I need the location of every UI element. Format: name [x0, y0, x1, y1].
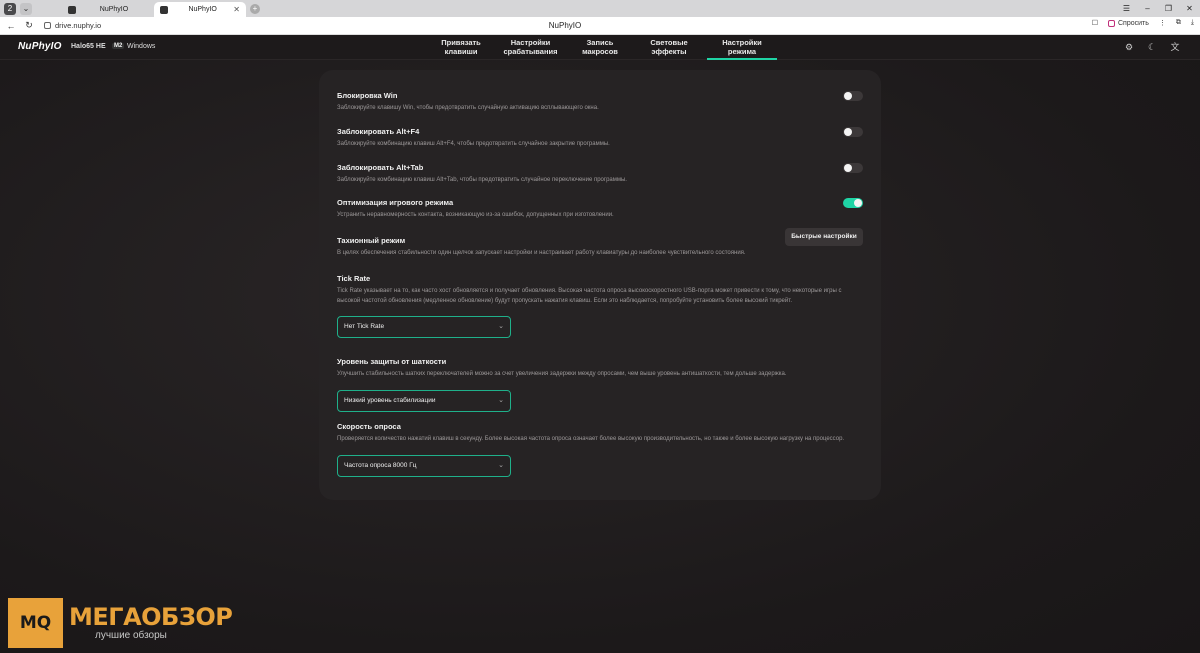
browser-tab-2-active[interactable]: NuPhyIO ✕ — [154, 2, 246, 17]
polling-rate-select[interactable]: Частота опроса 8000 Гц ⌄ — [337, 454, 511, 477]
address-bar: ← ↻ drive.nuphy.io NuPhyIO ☐ Спросить ⋮ … — [0, 17, 1200, 35]
setting-title: Заблокировать Alt+Tab — [337, 163, 424, 172]
setting-description: Заблокируйте комбинацию клавиш Alt+F4, ч… — [337, 141, 610, 147]
address-bar-actions: ☐ Спросить ⋮ ⧉ ⤓ — [1092, 19, 1194, 27]
setting-alt-f4: Заблокировать Alt+F4 Заблокируйте комбин… — [337, 127, 863, 150]
setting-polling: Скорость опроса Проверяется количество н… — [337, 422, 863, 477]
select-value: Низкий уровень стабилизации — [344, 396, 436, 404]
tab-switcher-button[interactable]: 2 — [4, 2, 16, 15]
watermark-logo: MQ — [8, 598, 63, 648]
nuphy-favicon-icon — [160, 5, 168, 14]
watermark-text: МЕГАОБЗОР лучшие обзоры — [69, 603, 233, 642]
menu-icon[interactable]: ☰ — [1116, 4, 1137, 13]
main-nav-tabs: Привязать клавиши Настройки срабатывания… — [430, 35, 777, 60]
setting-debounce: Уровень защиты от шаткости Улучшить стаб… — [337, 357, 863, 412]
toggle-knob — [854, 199, 862, 207]
setting-title: Скорость опроса — [337, 422, 401, 431]
toggle-knob — [844, 92, 852, 100]
setting-tick-rate: Tick Rate Tick Rate указывает на то, как… — [337, 274, 863, 338]
site-info-icon[interactable] — [44, 22, 51, 29]
app-header: NuPhyIO Halo65 HE M2 Windows Привязать к… — [0, 35, 1200, 60]
setting-title: Блокировка Win — [337, 91, 398, 100]
setting-game-mode: Оптимизация игрового режима Устранить не… — [337, 198, 863, 221]
tab-actuation[interactable]: Настройки срабатывания — [492, 35, 569, 60]
setting-title: Заблокировать Alt+F4 — [337, 127, 420, 136]
settings-icon[interactable]: ⚙ — [1124, 42, 1134, 52]
alt-f4-toggle[interactable] — [843, 127, 863, 137]
minimize-icon[interactable]: – — [1137, 4, 1158, 13]
setting-tachyon: Тахионный режим В целях обеспечения стаб… — [337, 228, 863, 259]
chevron-down-icon[interactable]: ⌄ — [20, 2, 32, 15]
new-tab-button[interactable]: + — [250, 3, 260, 14]
bookmark-icon[interactable]: ☐ — [1092, 19, 1098, 27]
main-content: Блокировка Win Заблокируйте клавишу Win,… — [0, 60, 1200, 653]
download-icon[interactable]: ⤓ — [1191, 19, 1194, 27]
extensions-icon[interactable]: ⧉ — [1176, 19, 1181, 27]
browser-tab-1[interactable]: NuPhyIO — [62, 2, 154, 17]
debounce-select[interactable]: Низкий уровень стабилизации ⌄ — [337, 389, 511, 412]
megaobzor-watermark: MQ МЕГАОБЗОР лучшие обзоры — [8, 598, 233, 648]
alt-tab-toggle[interactable] — [843, 163, 863, 173]
tab-mode-settings[interactable]: Настройки режима — [707, 35, 777, 60]
setting-description: В целях обеспечения стабильности один ще… — [337, 250, 746, 256]
url-text: drive.nuphy.io — [55, 21, 102, 30]
tick-rate-select[interactable]: Нет Tick Rate ⌄ — [337, 316, 511, 338]
setting-description: Заблокируйте комбинацию клавиш Alt+Tab, … — [337, 177, 627, 183]
window-controls: ☰ – ❐ ✕ — [1116, 0, 1200, 17]
browser-tab-strip: 2 ⌄ NuPhyIO NuPhyIO ✕ + ☰ – ❐ ✕ — [0, 0, 1200, 17]
select-value: Частота опроса 8000 Гц — [344, 461, 417, 469]
url-field[interactable]: drive.nuphy.io — [44, 21, 101, 30]
nuphy-favicon-icon — [68, 5, 76, 14]
close-window-icon[interactable]: ✕ — [1179, 4, 1200, 13]
toggle-knob — [844, 128, 852, 136]
win-lock-toggle[interactable] — [843, 91, 863, 101]
setting-description: Tick Rate указывает на то, как часто хос… — [337, 288, 842, 304]
connection-badge: M2 — [112, 43, 125, 49]
watermark-subtitle: лучшие обзоры — [95, 630, 167, 641]
setting-title: Оптимизация игрового режима — [337, 198, 454, 207]
reload-icon[interactable]: ↻ — [22, 20, 36, 31]
header-icons: ⚙ ☾ 文 — [1124, 42, 1180, 52]
translate-icon[interactable]: 文 — [1170, 42, 1180, 52]
setting-win-lock: Блокировка Win Заблокируйте клавишу Win,… — [337, 91, 863, 114]
setting-description: Устранить неравномерность контакта, возн… — [337, 212, 614, 218]
chevron-down-icon: ⌄ — [498, 323, 504, 330]
nuphy-logo[interactable]: NuPhyIO — [18, 41, 62, 52]
tab-macros[interactable]: Запись макросов — [569, 35, 631, 60]
toggle-knob — [844, 164, 852, 172]
select-value: Нет Tick Rate — [344, 323, 385, 330]
tab-label: NuPhyIO — [188, 6, 217, 13]
ask-button[interactable]: Спросить — [1107, 19, 1149, 27]
ask-label: Спросить — [1117, 19, 1149, 27]
setting-description: Улучшить стабильность шатких переключате… — [337, 371, 787, 377]
more-vertical-icon[interactable]: ⋮ — [1159, 19, 1166, 27]
tab-label: NuPhyIO — [99, 6, 129, 13]
os-label[interactable]: Windows — [127, 43, 155, 50]
game-mode-toggle[interactable] — [843, 198, 863, 208]
page-title: NuPhyIO — [548, 21, 582, 30]
tab-lighting[interactable]: Световые эффекты — [631, 35, 707, 60]
tab-keymap[interactable]: Привязать клавиши — [430, 35, 492, 60]
chevron-down-icon: ⌄ — [498, 461, 504, 469]
close-icon[interactable]: ✕ — [233, 5, 240, 14]
quick-settings-button[interactable]: Быстрые настройки — [785, 228, 863, 246]
setting-alt-tab: Заблокировать Alt+Tab Заблокируйте комби… — [337, 163, 863, 186]
chevron-down-icon: ⌄ — [498, 396, 504, 404]
watermark-title: МЕГАОБЗОР — [69, 603, 233, 631]
setting-title: Уровень защиты от шаткости — [337, 357, 447, 366]
setting-description: Проверяется количество нажатий клавиш в … — [337, 436, 845, 442]
moon-icon[interactable]: ☾ — [1147, 42, 1157, 52]
settings-panel: Блокировка Win Заблокируйте клавишу Win,… — [319, 70, 881, 500]
device-model[interactable]: Halo65 HE — [71, 43, 106, 50]
setting-title: Tick Rate — [337, 274, 371, 283]
back-arrow-icon[interactable]: ← — [4, 21, 18, 31]
setting-description: Заблокируйте клавишу Win, чтобы предотвр… — [337, 105, 599, 111]
restore-icon[interactable]: ❐ — [1158, 4, 1179, 13]
ai-icon — [1107, 19, 1115, 27]
